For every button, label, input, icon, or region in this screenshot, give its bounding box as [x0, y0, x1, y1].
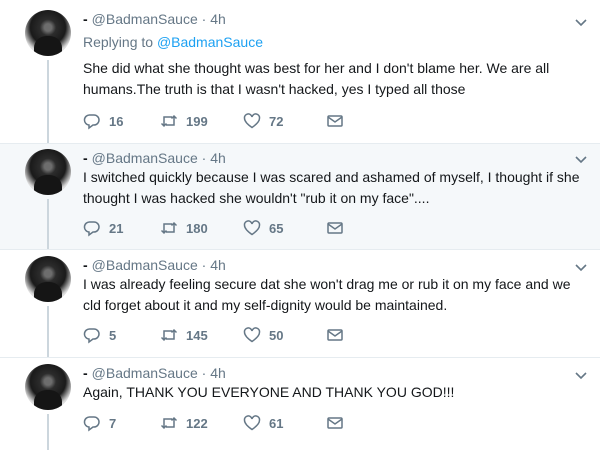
- time-separator: ·: [201, 150, 207, 166]
- tweet-4[interactable]: - @BadmanSauce · 4h Again, THANK YOU EVER…: [0, 358, 600, 450]
- tweet-2[interactable]: - @BadmanSauce · 4h I switched quickly be…: [0, 144, 600, 249]
- retweet-button[interactable]: 145: [160, 326, 208, 344]
- avatar[interactable]: [25, 149, 71, 195]
- retweet-button[interactable]: 180: [160, 219, 208, 237]
- avatar[interactable]: [25, 256, 71, 302]
- username[interactable]: @BadmanSauce: [92, 150, 198, 166]
- reply-count: 16: [109, 113, 124, 129]
- display-name[interactable]: -: [83, 257, 88, 273]
- reply-icon: [83, 221, 100, 237]
- reply-count: 21: [109, 220, 124, 236]
- timestamp[interactable]: 4h: [210, 11, 226, 27]
- username[interactable]: @BadmanSauce: [92, 365, 198, 381]
- avatar[interactable]: [25, 364, 71, 410]
- chevron-down-icon[interactable]: [574, 15, 588, 29]
- display-name[interactable]: -: [83, 365, 88, 381]
- time-separator: ·: [201, 365, 207, 381]
- retweet-button[interactable]: 122: [160, 414, 208, 432]
- chevron-down-icon[interactable]: [574, 152, 588, 166]
- reply-count: 5: [109, 327, 117, 343]
- like-count: 50: [269, 327, 284, 343]
- direct-message-button[interactable]: [326, 326, 352, 344]
- tweet-3[interactable]: - @BadmanSauce · 4h I was already feeling…: [0, 250, 600, 357]
- like-button[interactable]: 72: [243, 112, 283, 130]
- direct-message-button[interactable]: [326, 414, 352, 432]
- timestamp[interactable]: 4h: [210, 150, 226, 166]
- tweet-text: I switched quickly because I was scared …: [83, 169, 580, 206]
- display-name[interactable]: -: [83, 150, 88, 166]
- retweet-count: 145: [186, 327, 208, 343]
- reply-icon: [83, 114, 100, 130]
- retweet-count: 180: [186, 220, 208, 236]
- reply-count: 7: [109, 415, 117, 431]
- like-button[interactable]: 65: [243, 219, 283, 237]
- retweet-count: 122: [186, 415, 208, 431]
- heart-icon: [243, 415, 261, 431]
- retweet-icon: [160, 416, 178, 430]
- tweet-thread: - @BadmanSauce · 4h Replying to @BadmanSa…: [0, 0, 600, 450]
- avatar[interactable]: [25, 10, 71, 56]
- envelope-icon: [327, 222, 343, 234]
- tweet-header: - @BadmanSauce · 4h: [83, 150, 226, 166]
- heart-icon: [243, 327, 261, 343]
- replying-to: Replying to @BadmanSauce: [83, 34, 263, 50]
- timestamp[interactable]: 4h: [210, 257, 226, 273]
- direct-message-button[interactable]: [326, 112, 352, 130]
- time-separator: ·: [201, 11, 207, 27]
- thread-line: [47, 60, 49, 143]
- reply-button[interactable]: 5: [83, 326, 116, 344]
- thread-line: [47, 199, 49, 249]
- heart-icon: [243, 113, 261, 129]
- retweet-icon: [160, 114, 178, 128]
- retweet-count: 199: [186, 113, 208, 129]
- direct-message-button[interactable]: [326, 219, 352, 237]
- like-count: 61: [269, 415, 284, 431]
- like-button[interactable]: 61: [243, 414, 283, 432]
- chevron-down-icon[interactable]: [574, 368, 588, 382]
- thread-line: [47, 414, 49, 450]
- reply-icon: [83, 416, 100, 432]
- envelope-icon: [327, 115, 343, 127]
- time-separator: ·: [201, 257, 207, 273]
- envelope-icon: [327, 417, 343, 429]
- thread-line: [47, 306, 49, 357]
- timestamp[interactable]: 4h: [210, 365, 226, 381]
- tweet-text: I was already feeling secure dat she won…: [83, 276, 571, 313]
- replying-to-link[interactable]: @BadmanSauce: [157, 34, 263, 50]
- username[interactable]: @BadmanSauce: [92, 11, 198, 27]
- envelope-icon: [327, 329, 343, 341]
- replying-to-label: Replying to: [83, 34, 154, 50]
- tweet-header: - @BadmanSauce · 4h: [83, 11, 226, 27]
- tweet-text: Again, THANK YOU EVERYONE AND THANK YOU …: [83, 384, 455, 400]
- retweet-icon: [160, 328, 178, 342]
- chevron-down-icon[interactable]: [574, 260, 588, 274]
- retweet-icon: [160, 221, 178, 235]
- reply-icon: [83, 328, 100, 344]
- reply-button[interactable]: 7: [83, 414, 116, 432]
- reply-button[interactable]: 16: [83, 112, 123, 130]
- tweet-header: - @BadmanSauce · 4h: [83, 257, 226, 273]
- tweet-text: She did what she thought was best for he…: [83, 60, 550, 97]
- username[interactable]: @BadmanSauce: [92, 257, 198, 273]
- display-name[interactable]: -: [83, 11, 88, 27]
- tweet-header: - @BadmanSauce · 4h: [83, 365, 226, 381]
- like-count: 65: [269, 220, 284, 236]
- reply-button[interactable]: 21: [83, 219, 123, 237]
- like-count: 72: [269, 113, 284, 129]
- heart-icon: [243, 220, 261, 236]
- retweet-button[interactable]: 199: [160, 112, 208, 130]
- tweet-1[interactable]: - @BadmanSauce · 4h Replying to @BadmanSa…: [0, 0, 600, 143]
- like-button[interactable]: 50: [243, 326, 283, 344]
